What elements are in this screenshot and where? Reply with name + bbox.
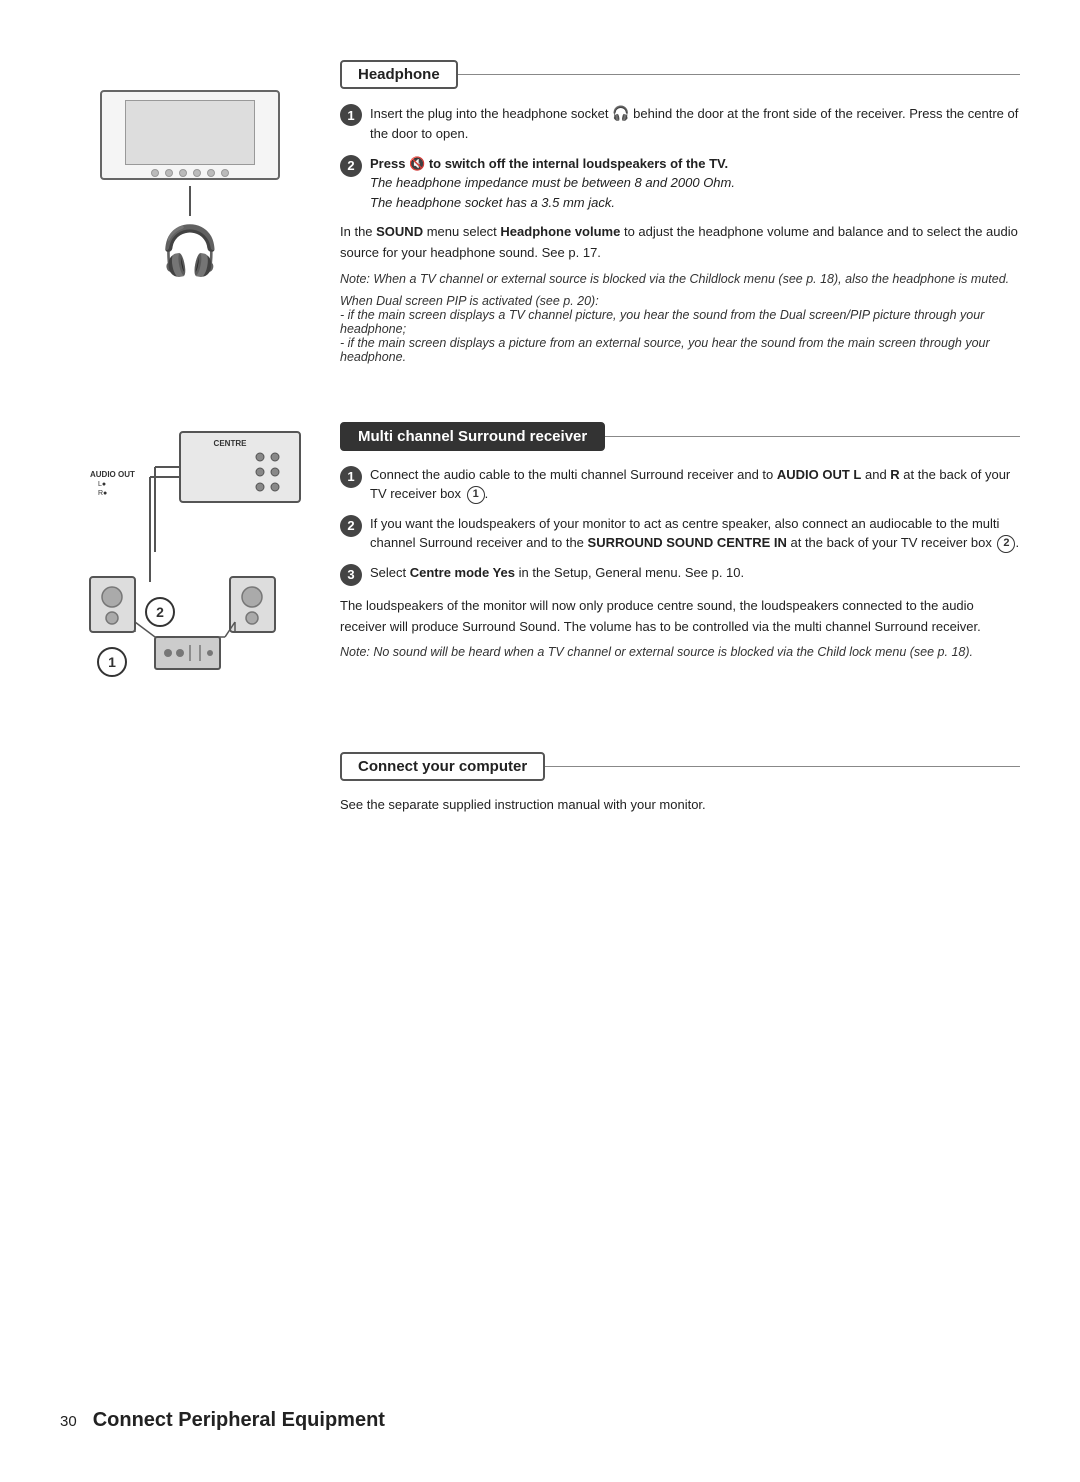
tv-dot: [165, 169, 173, 177]
surround-step-1-num: 1: [340, 466, 362, 488]
surround-step-1-text: Connect the audio cable to the multi cha…: [370, 465, 1020, 504]
surround-header-line: [605, 436, 1020, 437]
svg-text:AUDIO OUT: AUDIO OUT: [90, 470, 135, 479]
step-1-num: 1: [340, 104, 362, 126]
svg-text:CENTRE: CENTRE: [214, 439, 248, 448]
headphone-steps: 1 Insert the plug into the headphone soc…: [340, 103, 1020, 212]
computer-section: Connect your computer See the separate s…: [60, 752, 1020, 824]
surround-svg: CENTRE AUDIO OUT L● R●: [60, 422, 320, 702]
header-line: [458, 74, 1020, 75]
headphone-title: Headphone: [340, 60, 458, 89]
surround-steps: 1 Connect the audio cable to the multi c…: [340, 465, 1020, 586]
headphone-header: Headphone: [340, 60, 1020, 89]
tv-controls: [102, 169, 278, 177]
headphone-step-2: 2 Press 🔇 to switch off the internal lou…: [340, 154, 1020, 213]
step-2-text: Press 🔇 to switch off the internal louds…: [370, 154, 1020, 213]
computer-header-line: [545, 766, 1020, 767]
tv-screen: [125, 100, 255, 165]
surround-illustration: CENTRE AUDIO OUT L● R●: [60, 422, 320, 702]
page-footer: 30 Connect Peripheral Equipment: [60, 1409, 385, 1432]
svg-text:2: 2: [156, 604, 164, 620]
headphone-icon: 🎧: [160, 222, 220, 279]
svg-text:R●: R●: [98, 490, 107, 497]
step-1-text: Insert the plug into the headphone socke…: [370, 103, 1020, 144]
surround-header: Multi channel Surround receiver: [340, 422, 1020, 451]
headphone-section: 🎧 Headphone 1 Insert the plug into the h…: [60, 60, 1020, 372]
surround-step-1: 1 Connect the audio cable to the multi c…: [340, 465, 1020, 504]
svg-text:1: 1: [108, 654, 116, 670]
headphone-note1: Note: When a TV channel or external sour…: [340, 272, 1020, 286]
svg-text:L●: L●: [98, 481, 106, 488]
computer-body: See the separate supplied instruction ma…: [340, 795, 1020, 816]
surround-note: Note: No sound will be heard when a TV c…: [340, 645, 1020, 659]
headphone-body1: In the SOUND menu select Headphone volum…: [340, 222, 1020, 264]
tv-receiver-box: [100, 90, 280, 180]
surround-step-2-text: If you want the loudspeakers of your mon…: [370, 514, 1020, 553]
surround-title: Multi channel Surround receiver: [340, 422, 605, 451]
computer-header: Connect your computer: [340, 752, 1020, 781]
tv-dot: [221, 169, 229, 177]
tv-dot: [151, 169, 159, 177]
computer-content: Connect your computer See the separate s…: [340, 752, 1020, 824]
surround-step-3: 3 Select Centre mode Yes in the Setup, G…: [340, 563, 1020, 586]
computer-illustration: [60, 752, 320, 824]
computer-title: Connect your computer: [340, 752, 545, 781]
surround-step-3-num: 3: [340, 564, 362, 586]
surround-body1: The loudspeakers of the monitor will now…: [340, 596, 1020, 638]
step-2-num: 2: [340, 155, 362, 177]
footer-title: Connect Peripheral Equipment: [93, 1409, 385, 1432]
tv-dot: [179, 169, 187, 177]
surround-section: CENTRE AUDIO OUT L● R●: [60, 422, 1020, 702]
tv-dot: [193, 169, 201, 177]
cable-vertical: [189, 186, 191, 216]
surround-step-2: 2 If you want the loudspeakers of your m…: [340, 514, 1020, 553]
page-number: 30: [60, 1413, 77, 1430]
headphone-illustration: 🎧: [60, 60, 320, 372]
headphone-content: Headphone 1 Insert the plug into the hea…: [340, 60, 1020, 372]
tv-dot: [207, 169, 215, 177]
headphone-note2: When Dual screen PIP is activated (see p…: [340, 294, 1020, 364]
surround-content: Multi channel Surround receiver 1 Connec…: [340, 422, 1020, 702]
surround-step-3-text: Select Centre mode Yes in the Setup, Gen…: [370, 563, 1020, 583]
headphone-step-1: 1 Insert the plug into the headphone soc…: [340, 103, 1020, 144]
surround-step-2-num: 2: [340, 515, 362, 537]
